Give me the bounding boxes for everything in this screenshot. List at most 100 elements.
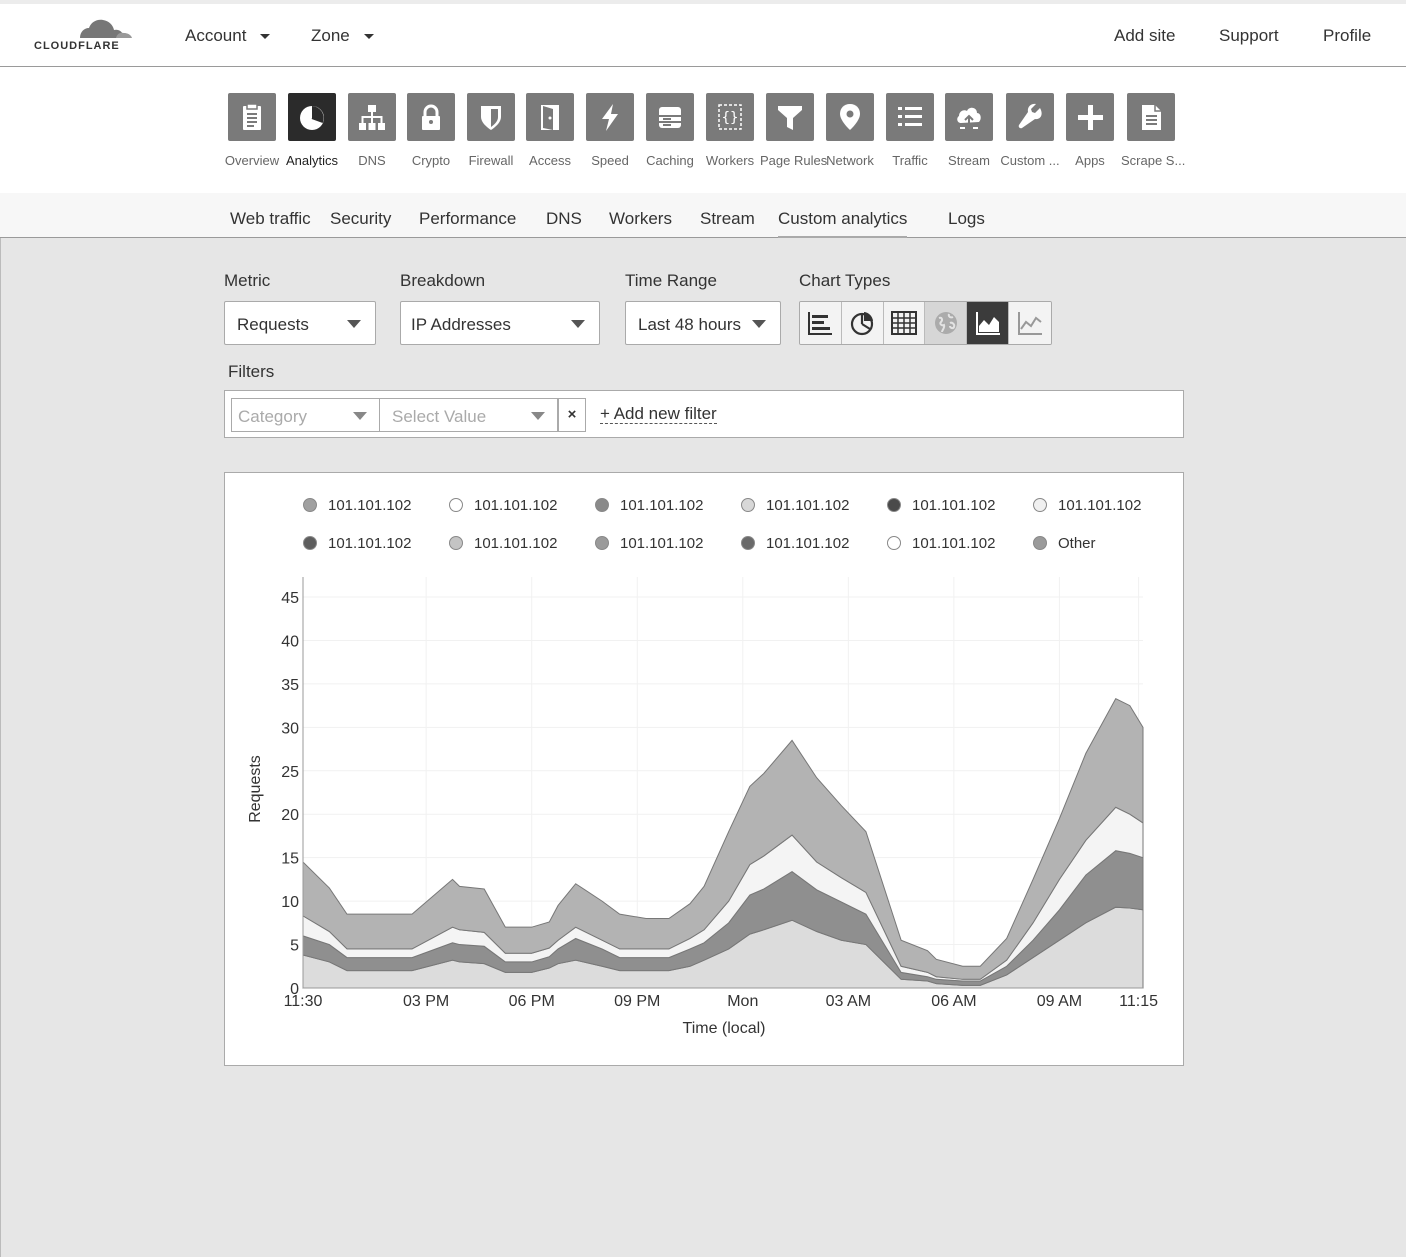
app-label: Analytics: [285, 153, 339, 168]
app-label: Caching: [646, 153, 694, 168]
app-label: DNS: [358, 153, 386, 168]
table-button[interactable]: [883, 302, 926, 344]
x-tick-label: 06 AM: [931, 993, 976, 1010]
chevron-down-icon: [531, 412, 545, 420]
list-icon: [886, 93, 934, 141]
map-pin-icon: [826, 93, 874, 141]
door-icon: [526, 93, 574, 141]
timerange-label: Time Range: [625, 271, 717, 290]
x-tick-label: 11:15: [1119, 993, 1158, 1010]
app-label: Speed: [591, 153, 629, 168]
app-apps[interactable]: Apps: [1060, 93, 1120, 168]
globe-button[interactable]: [925, 302, 968, 344]
y-tick-label: 35: [281, 677, 299, 694]
app-caching[interactable]: Caching: [640, 93, 700, 168]
filters-label: Filters: [228, 362, 275, 381]
app-firewall[interactable]: Firewall: [461, 93, 521, 168]
support-link[interactable]: Support: [1219, 26, 1279, 46]
app-network[interactable]: Network: [820, 93, 880, 168]
chevron-down-icon: [260, 34, 271, 40]
logo-text: CLOUDFLARE: [34, 40, 120, 52]
breakdown-value: IP Addresses: [411, 315, 511, 334]
app-label: Apps: [1075, 153, 1105, 168]
tab-workers[interactable]: Workers: [609, 209, 672, 229]
app-page-rules[interactable]: Page Rules: [760, 93, 827, 168]
value-select[interactable]: Select Value: [379, 398, 558, 432]
server-icon: [646, 93, 694, 141]
app-label: Overview: [224, 153, 280, 168]
pie-chart-button[interactable]: [841, 302, 884, 344]
timerange-value: Last 48 hours: [638, 315, 742, 334]
app-stream[interactable]: Stream: [939, 93, 999, 168]
app-speed[interactable]: Speed: [580, 93, 640, 168]
account-dropdown[interactable]: Account: [185, 26, 271, 46]
app-overview[interactable]: Overview: [222, 93, 282, 168]
tab-performance[interactable]: Performance: [419, 209, 516, 229]
cloudflare-logo[interactable]: CLOUDFLARE: [34, 18, 138, 58]
value-placeholder: Select Value: [392, 407, 487, 426]
account-label: Account: [185, 26, 247, 45]
plus-icon: [1066, 93, 1114, 141]
add-filter-link[interactable]: + Add new filter: [600, 405, 717, 424]
add-site-link[interactable]: Add site: [1114, 26, 1175, 46]
metric-value: Requests: [237, 315, 309, 334]
zone-label: Zone: [311, 26, 350, 45]
x-tick-label: 06 PM: [509, 993, 555, 1010]
y-tick-label: 40: [281, 633, 299, 650]
app-label: Scrape S...: [1121, 153, 1186, 168]
tab-dns[interactable]: DNS: [546, 209, 582, 229]
tab-logs[interactable]: Logs: [948, 209, 985, 229]
y-tick-label: 45: [281, 590, 299, 607]
clear-filter-button[interactable]: ×: [558, 398, 586, 432]
y-tick-label: 30: [281, 720, 299, 737]
tab-web-traffic[interactable]: Web traffic: [230, 209, 311, 229]
bar-chart-icon: [808, 312, 833, 335]
app-custom[interactable]: Custom ...: [1000, 93, 1060, 168]
category-select[interactable]: Category: [231, 398, 380, 432]
pie-chart-icon: [851, 312, 874, 336]
filter-icon: [766, 93, 814, 141]
y-tick-label: 25: [281, 764, 299, 781]
app-scrape-s[interactable]: Scrape S...: [1121, 93, 1186, 168]
lightning-icon: [586, 93, 634, 141]
cloud-logo-icon: [80, 19, 132, 38]
app-analytics[interactable]: Analytics: [282, 93, 342, 168]
app-workers[interactable]: {} Workers: [700, 93, 760, 168]
y-axis-title: Requests: [247, 755, 264, 823]
x-tick-label: 09 AM: [1037, 993, 1082, 1010]
y-tick-label: 20: [281, 807, 299, 824]
shield-icon: [467, 93, 515, 141]
filters-bar: Category Select Value × + Add new filter: [224, 390, 1184, 438]
metric-select[interactable]: Requests: [224, 301, 376, 345]
zone-dropdown[interactable]: Zone: [311, 26, 374, 46]
lock-icon: [407, 93, 455, 141]
app-traffic[interactable]: Traffic: [880, 93, 940, 168]
x-tick-label: Mon: [727, 993, 758, 1010]
tab-stream[interactable]: Stream: [700, 209, 755, 229]
pie-chart-icon: [288, 93, 336, 141]
area-chart-button[interactable]: [967, 302, 1010, 344]
tab-custom-analytics[interactable]: Custom analytics: [778, 209, 908, 239]
bar-chart-button[interactable]: [800, 302, 842, 344]
x-tick-label: 03 AM: [826, 993, 871, 1010]
line-chart-button[interactable]: [1009, 302, 1051, 344]
svg-text:{}: {}: [722, 110, 739, 126]
document-icon: [1127, 93, 1175, 141]
chart-type-toggle: [799, 301, 1052, 345]
top-navbar: CLOUDFLARE Account Zone Add site Support…: [0, 0, 1406, 67]
app-label: Workers: [705, 153, 755, 168]
table-icon: [891, 311, 918, 335]
profile-link[interactable]: Profile: [1323, 26, 1371, 46]
cloud-upload-icon: [945, 93, 993, 141]
app-label: Custom ...: [1000, 153, 1060, 168]
app-crypto[interactable]: Crypto: [401, 93, 461, 168]
area-chart-icon: [975, 312, 1000, 335]
timerange-select[interactable]: Last 48 hours: [625, 301, 781, 345]
line-chart-icon: [1018, 312, 1043, 335]
app-access[interactable]: Access: [520, 93, 580, 168]
breakdown-select[interactable]: IP Addresses: [400, 301, 600, 345]
wrench-icon: [1006, 93, 1054, 141]
chart-panel: 101.101.102 101.101.102 101.101.102 101.101…: [224, 472, 1184, 1066]
tab-security[interactable]: Security: [330, 209, 391, 229]
app-dns[interactable]: DNS: [342, 93, 402, 168]
